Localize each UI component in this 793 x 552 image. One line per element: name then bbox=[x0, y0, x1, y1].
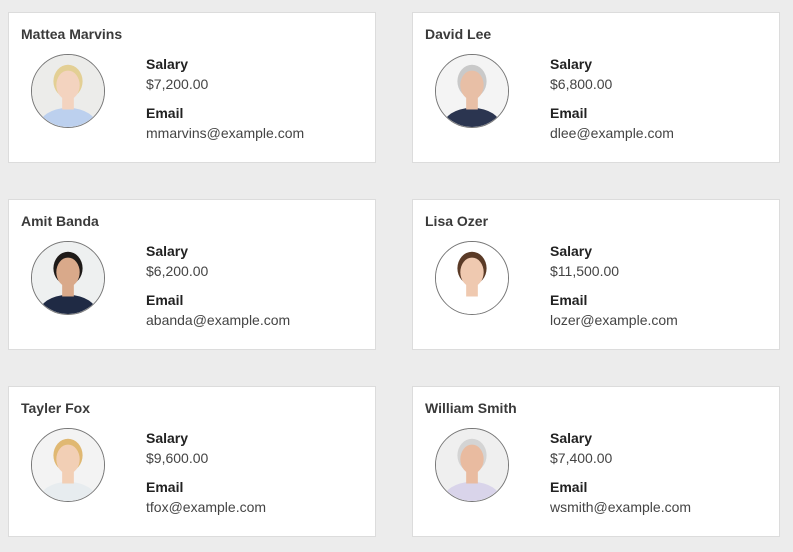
salary-value: $6,800.00 bbox=[550, 76, 613, 92]
avatar bbox=[435, 241, 509, 315]
employee-card[interactable]: Mattea Marvins Salary $7,200.00 Email mm… bbox=[8, 12, 376, 163]
employee-card[interactable]: William Smith Salary $7,400.00 Email wsm… bbox=[412, 386, 780, 537]
employee-card[interactable]: David Lee Salary $6,800.00 Email dlee@ex… bbox=[412, 12, 780, 163]
email-value[interactable]: abanda@example.com bbox=[146, 310, 290, 330]
employee-card[interactable]: Amit Banda Salary $6,200.00 Email abanda… bbox=[8, 199, 376, 350]
email-label: Email bbox=[146, 479, 184, 495]
employee-name: William Smith bbox=[425, 400, 517, 416]
employee-card[interactable]: Tayler Fox Salary $9,600.00 Email tfox@e… bbox=[8, 386, 376, 537]
email-value[interactable]: wsmith@example.com bbox=[550, 497, 691, 517]
salary-value: $6,200.00 bbox=[146, 263, 209, 279]
avatar bbox=[31, 241, 105, 315]
salary-label: Salary bbox=[550, 56, 593, 72]
email-value[interactable]: mmarvins@example.com bbox=[146, 123, 304, 143]
salary-value: $11,500.00 bbox=[550, 263, 620, 279]
employee-name: David Lee bbox=[425, 26, 492, 42]
salary-label: Salary bbox=[146, 243, 189, 259]
employee-name: Lisa Ozer bbox=[425, 213, 489, 229]
salary-value: $9,600.00 bbox=[146, 450, 209, 466]
person-photo-icon bbox=[436, 429, 508, 501]
email-label: Email bbox=[550, 479, 588, 495]
employee-name: Mattea Marvins bbox=[21, 26, 123, 42]
salary-label: Salary bbox=[146, 430, 189, 446]
person-photo-icon bbox=[32, 429, 104, 501]
salary-value: $7,200.00 bbox=[146, 76, 209, 92]
employee-name: Tayler Fox bbox=[21, 400, 90, 416]
email-label: Email bbox=[550, 105, 588, 121]
salary-label: Salary bbox=[550, 243, 593, 259]
salary-value: $7,400.00 bbox=[550, 450, 613, 466]
avatar bbox=[31, 54, 105, 128]
email-label: Email bbox=[146, 105, 184, 121]
person-photo-icon bbox=[436, 242, 508, 314]
email-label: Email bbox=[146, 292, 184, 308]
email-value[interactable]: tfox@example.com bbox=[146, 497, 266, 517]
email-value[interactable]: lozer@example.com bbox=[550, 310, 678, 330]
salary-label: Salary bbox=[550, 430, 593, 446]
person-photo-icon bbox=[32, 55, 104, 127]
email-label: Email bbox=[550, 292, 588, 308]
salary-label: Salary bbox=[146, 56, 189, 72]
employee-card[interactable]: Lisa Ozer Salary $11,500.00 Email lozer@… bbox=[412, 199, 780, 350]
person-photo-icon bbox=[32, 242, 104, 314]
avatar bbox=[31, 428, 105, 502]
employee-name: Amit Banda bbox=[21, 213, 99, 229]
avatar bbox=[435, 428, 509, 502]
avatar bbox=[435, 54, 509, 128]
person-photo-icon bbox=[436, 55, 508, 127]
email-value[interactable]: dlee@example.com bbox=[550, 123, 674, 143]
